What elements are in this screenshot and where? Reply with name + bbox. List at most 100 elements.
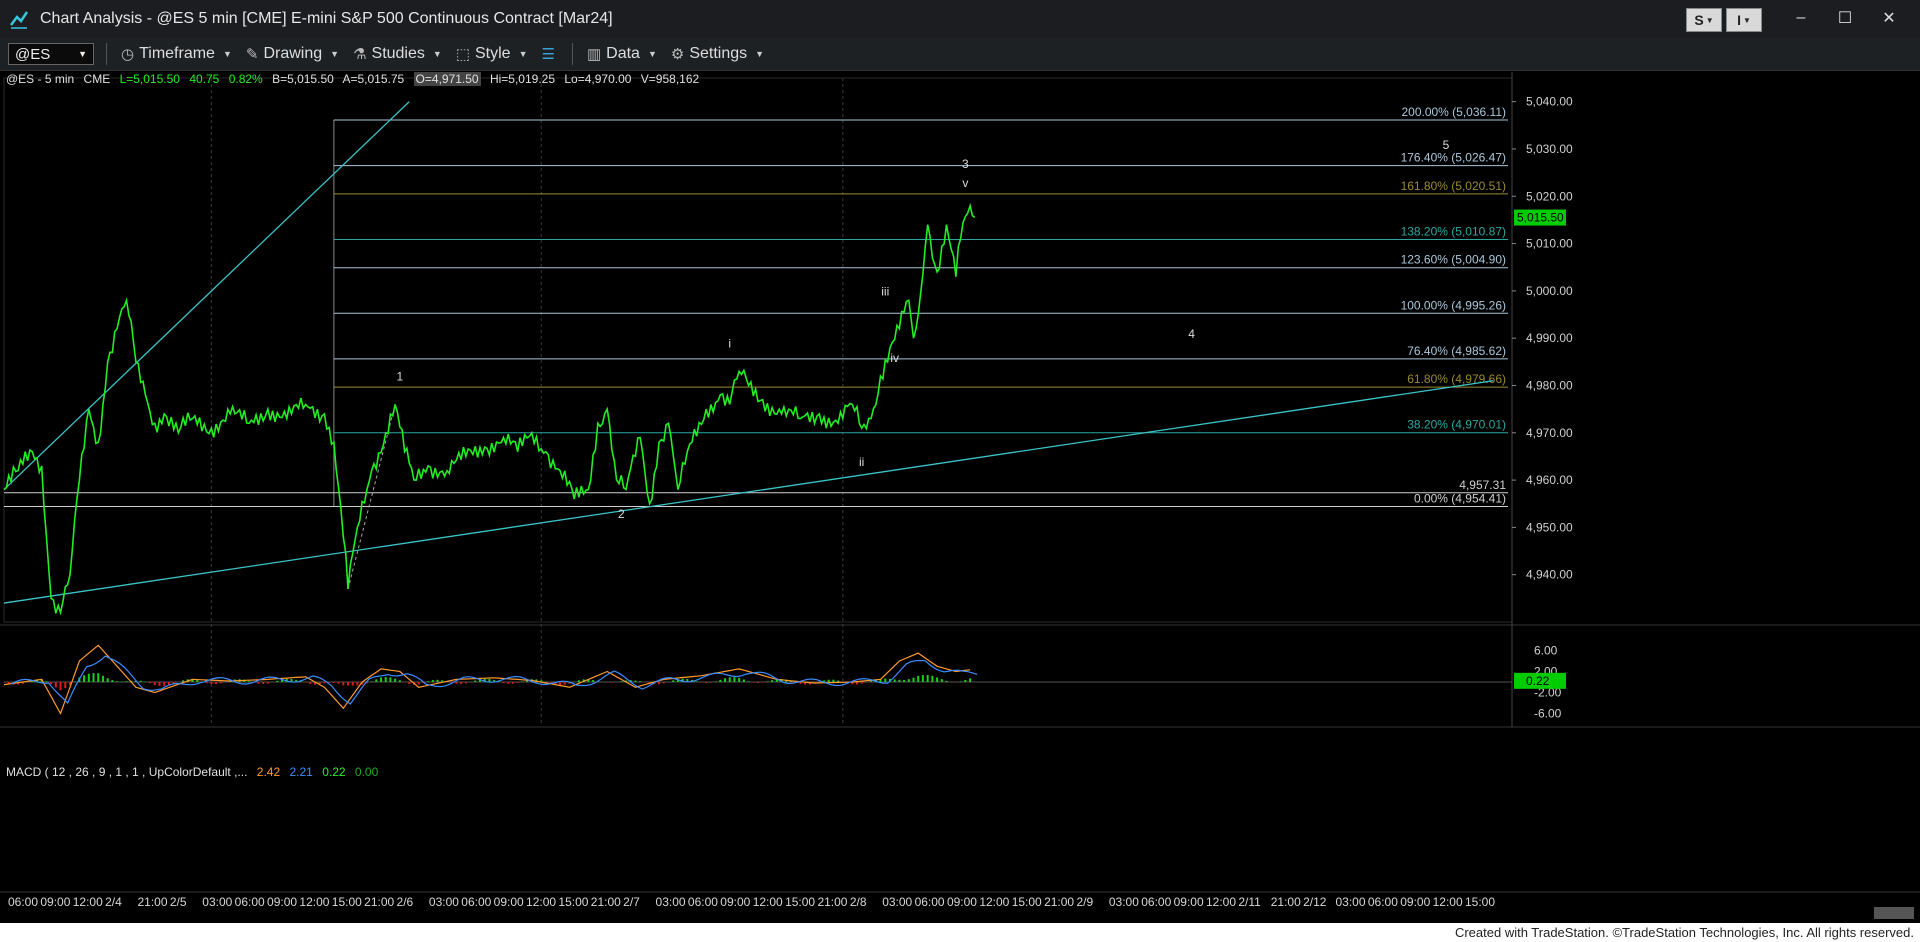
last-price-label: 5,015.50 — [1517, 211, 1564, 225]
fib-level-label: 76.40% (4,985.62) — [1407, 344, 1506, 358]
x-tick-label: 21:00 — [591, 895, 621, 909]
x-tick-label: 09:00 — [1400, 895, 1430, 909]
fib-level-label: 0.00% (4,954.41) — [1414, 492, 1506, 506]
price-panel-frame — [3, 77, 1513, 623]
wave-label: 5 — [1443, 138, 1450, 152]
price-series-line — [3, 202, 976, 616]
x-tick-label: 03:00 — [1335, 895, 1365, 909]
horizontal-scrollbar — [1874, 907, 1914, 919]
x-tick-label: 21:00 — [364, 895, 394, 909]
x-tick-label: 06:00 — [461, 895, 491, 909]
y-tick-label: 4,980.00 — [1526, 378, 1573, 392]
wave-label: 2 — [618, 507, 625, 521]
x-tick-label: 03:00 — [1109, 895, 1139, 909]
wave-label: ii — [859, 455, 864, 469]
x-tick-label: 03:00 — [202, 895, 232, 909]
x-tick-label: 12:00 — [73, 895, 103, 909]
x-tick-label: 15:00 — [785, 895, 815, 909]
fib-level-label: 161.80% (5,020.51) — [1401, 179, 1506, 193]
wave-label: iv — [890, 351, 899, 365]
fib-level-label: 100.00% (4,995.26) — [1401, 298, 1506, 312]
price-chart[interactable]: 5,040.00 5,030.00 5,020.00 5,010.00 5,000.00… — [0, 0, 1920, 942]
quote-exchange: CME — [83, 72, 111, 86]
macd-last-label: 0.22 — [1526, 674, 1550, 688]
macd-legend: MACD ( 12 , 26 , 9 , 1 , 1 , UpColorDefa… — [6, 765, 384, 779]
x-tick-label: 09:00 — [494, 895, 524, 909]
wave-label: i — [728, 337, 731, 351]
wave-label: v — [962, 176, 968, 190]
y-tick-label: 4,960.00 — [1526, 473, 1573, 487]
footer-copyright: Created with TradeStation. ©TradeStation… — [0, 923, 1920, 942]
y-tick-label: 5,000.00 — [1526, 284, 1573, 298]
x-tick-label: 21:00 — [1271, 895, 1301, 909]
x-tick-label: 15:00 — [1012, 895, 1042, 909]
fib-level-label: 4,957.31 — [1459, 478, 1506, 492]
fib-level-label: 200.00% (5,036.11) — [1401, 105, 1506, 119]
y-tick-label: 4,970.00 — [1526, 426, 1573, 440]
x-tick-label: 21:00 — [1044, 895, 1074, 909]
y-tick-label: 5,010.00 — [1526, 237, 1573, 251]
macd-zero-value: 0.00 — [354, 765, 379, 779]
quote-legend: @ES - 5 min CME L=5,015.50 40.75 0.82% B… — [6, 72, 705, 86]
macd-signal-line — [10, 655, 978, 705]
x-tick-label: 06:00 — [1368, 895, 1398, 909]
x-tick-label: 15:00 — [332, 895, 362, 909]
fib-level-label: 38.20% (4,970.01) — [1407, 418, 1506, 432]
x-tick-label: 03:00 — [882, 895, 912, 909]
x-tick-label: 06:00 — [8, 895, 38, 909]
x-tick-label: 12:00 — [979, 895, 1009, 909]
quote-last: L=5,015.50 — [119, 72, 180, 86]
macd-label: MACD ( 12 , 26 , 9 , 1 , 1 , UpColorDefa… — [6, 765, 248, 779]
x-tick-label: 2/5 — [170, 895, 187, 909]
x-tick-label: 12:00 — [753, 895, 783, 909]
quote-open: O=4,971.50 — [413, 72, 481, 86]
quote-change: 40.75 — [189, 72, 220, 86]
x-tick-label: 09:00 — [267, 895, 297, 909]
x-tick-label: 06:00 — [915, 895, 945, 909]
x-tick-label: 2/7 — [623, 895, 640, 909]
x-tick-label: 12:00 — [1206, 895, 1236, 909]
x-tick-label: 06:00 — [1141, 895, 1171, 909]
wave-label: 4 — [1188, 327, 1195, 341]
x-tick-label: 03:00 — [656, 895, 686, 909]
quote-volume: V=958,162 — [640, 72, 700, 86]
macd-diff-value: 0.22 — [322, 765, 346, 779]
y-tick-label: 4,950.00 — [1526, 520, 1573, 534]
y-tick-label: 5,040.00 — [1526, 95, 1573, 109]
macd-tick-label: -6.00 — [1534, 707, 1562, 721]
x-tick-label: 03:00 — [429, 895, 459, 909]
x-tick-label: 09:00 — [40, 895, 70, 909]
fib-level-label: 138.20% (5,010.87) — [1401, 224, 1506, 238]
x-tick-label: 12:00 — [299, 895, 329, 909]
x-tick-label: 2/12 — [1303, 895, 1327, 909]
x-tick-label: 06:00 — [688, 895, 718, 909]
quote-low: Lo=4,970.00 — [564, 72, 632, 86]
quote-symbol: @ES - 5 min — [6, 72, 75, 86]
x-tick-label: 15:00 — [1465, 895, 1495, 909]
x-tick-label: 2/4 — [105, 895, 122, 909]
x-tick-label: 12:00 — [1433, 895, 1463, 909]
macd-signal-value: 2.21 — [289, 765, 313, 779]
quote-bid: B=5,015.50 — [272, 72, 334, 86]
x-tick-label: 2/11 — [1238, 895, 1261, 909]
y-tick-label: 5,020.00 — [1526, 189, 1573, 203]
x-tick-label: 21:00 — [138, 895, 168, 909]
y-tick-label: 5,030.00 — [1526, 142, 1573, 156]
quote-ask: A=5,015.75 — [342, 72, 405, 86]
y-tick-label: 4,990.00 — [1526, 331, 1573, 345]
fib-level-label: 176.40% (5,026.47) — [1401, 151, 1506, 165]
quote-percent: 0.82% — [228, 72, 263, 86]
wave-label: 1 — [397, 370, 404, 384]
macd-value: 2.42 — [256, 765, 281, 779]
x-tick-label: 21:00 — [817, 895, 847, 909]
x-tick-label: 06:00 — [235, 895, 265, 909]
fib-level-label: 61.80% (4,979.66) — [1407, 372, 1506, 386]
x-tick-label: 12:00 — [526, 895, 556, 909]
x-tick-label: 2/8 — [850, 895, 867, 909]
x-tick-label: 15:00 — [558, 895, 588, 909]
y-tick-label: 4,940.00 — [1526, 568, 1573, 582]
x-tick-label: 2/9 — [1076, 895, 1093, 909]
wave-label: 3 — [962, 157, 969, 171]
x-tick-label: 09:00 — [947, 895, 977, 909]
macd-tick-label: 6.00 — [1534, 644, 1558, 658]
